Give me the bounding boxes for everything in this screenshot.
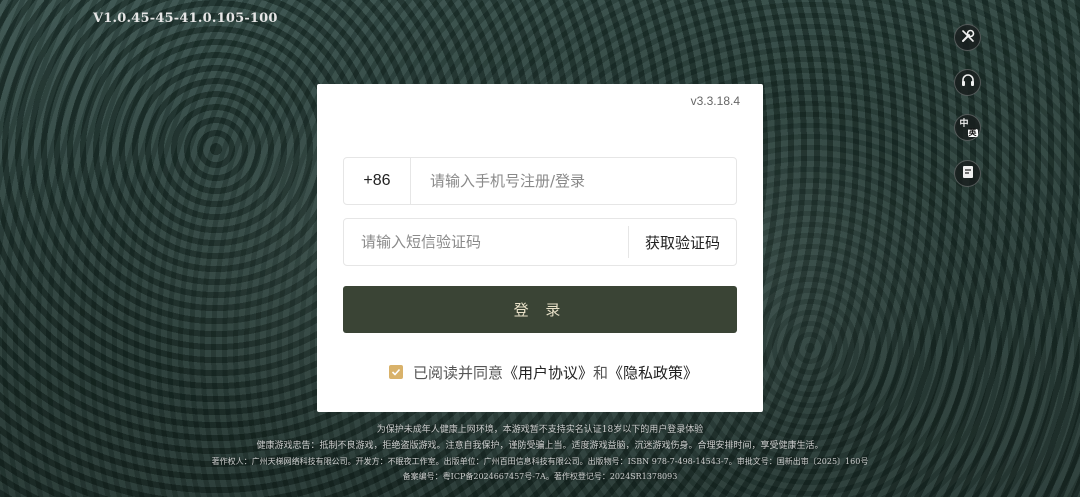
notice-button[interactable] bbox=[954, 160, 981, 187]
notice-icon bbox=[960, 164, 976, 184]
login-card: v3.3.18.4 +86 获取验证码 登 录 已阅读并同意 《用户协议》 和 … bbox=[317, 84, 763, 412]
health-gaming-advice: 健康游戏忠告：抵制不良游戏，拒绝盗版游戏。注意自我保护，谨防受骗上当。适度游戏益… bbox=[256, 441, 824, 451]
client-version: v3.3.18.4 bbox=[690, 94, 740, 108]
phone-input[interactable] bbox=[411, 158, 736, 204]
language-icon: 中 英 bbox=[959, 118, 978, 137]
agreement-checkbox[interactable] bbox=[389, 365, 403, 379]
agreement-prefix: 已阅读并同意 bbox=[413, 363, 504, 382]
sms-code-field: 获取验证码 bbox=[343, 218, 737, 266]
login-button[interactable]: 登 录 bbox=[343, 286, 737, 333]
language-button[interactable]: 中 英 bbox=[954, 114, 981, 141]
language-zh-glyph: 中 bbox=[959, 118, 969, 129]
check-icon bbox=[391, 368, 401, 376]
sms-code-input[interactable] bbox=[344, 219, 628, 265]
agreement-and: 和 bbox=[593, 363, 609, 382]
country-code[interactable]: +86 bbox=[344, 158, 411, 204]
customer-service-button[interactable] bbox=[954, 69, 981, 96]
language-en-glyph: 英 bbox=[967, 127, 978, 137]
registration-info: 备案编号：粤ICP备2024667457号-7A。著作权登记号：2024SR13… bbox=[402, 472, 678, 481]
tools-button[interactable] bbox=[954, 24, 981, 51]
copyright-info: 著作权人：广州天梯网络科技有限公司。开发方：不眠夜工作室。出版单位：广州百田信息… bbox=[211, 457, 869, 466]
user-agreement-link[interactable]: 《用户协议》 bbox=[503, 362, 593, 383]
build-version: V1.0.45-45-41.0.105-100 bbox=[93, 11, 278, 26]
tools-icon bbox=[960, 28, 976, 48]
privacy-policy-link[interactable]: 《隐私政策》 bbox=[608, 362, 698, 383]
get-code-button[interactable]: 获取验证码 bbox=[628, 226, 736, 258]
minor-protection-notice: 为保护未成年人健康上网环境，本游戏暂不支持实名认证18岁以下的用户登录体验 bbox=[376, 425, 704, 435]
agreement-row: 已阅读并同意 《用户协议》 和 《隐私政策》 bbox=[389, 360, 698, 384]
headset-icon bbox=[960, 73, 976, 93]
phone-field: +86 bbox=[343, 157, 737, 205]
